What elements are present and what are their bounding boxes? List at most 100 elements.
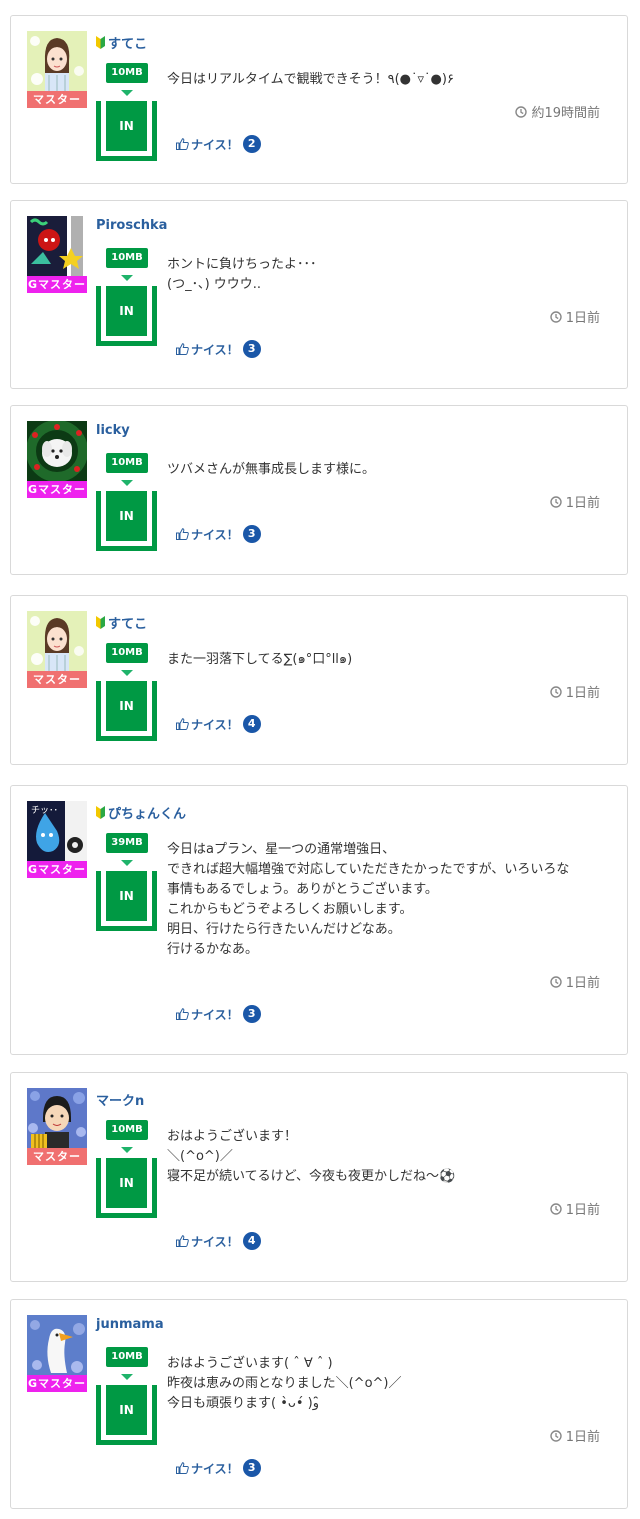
message-line: これからもどうぞよろしくお願いします。	[167, 902, 413, 917]
nice-label: ナイス！	[191, 1461, 239, 1476]
rank-badge: Gマスター	[27, 276, 87, 293]
girl-avatar-icon[interactable]	[27, 31, 87, 91]
username-text: licky	[96, 423, 130, 438]
username-text: junmama	[96, 1317, 164, 1332]
message-line: 今日はリアルタイムで観戦できそう！٩(●˙▿˙●)۶	[167, 72, 454, 87]
post-time: 約19時間前	[515, 102, 600, 121]
message-line: おはようございます！	[167, 1129, 298, 1144]
clock-icon	[550, 310, 562, 323]
message-line: ＼(^ο^)／	[167, 1149, 233, 1164]
arrow-down-icon	[121, 1147, 133, 1153]
nice-label: ナイス！	[191, 1234, 239, 1249]
username-link[interactable]: junmama	[96, 1317, 164, 1332]
girl-avatar-icon[interactable]	[27, 611, 87, 671]
post-card: Gマスター Piroschka 10MB IN ホントに負けちったよ･･･ (つ_･､) …	[10, 200, 628, 389]
message-line: できれば超大幅増強で対応していただきたかったですが、いろいろな	[167, 862, 570, 877]
nice-button[interactable]: ナイス！ 3	[176, 1459, 261, 1477]
character-avatar-icon[interactable]	[27, 216, 87, 276]
post-card: マスター マークn 10MB IN おはようございます！ ＼(^ο^)／ 寝不足が続いてるけ…	[10, 1072, 628, 1282]
rank-badge: Gマスター	[27, 1375, 87, 1392]
username-text: すてこ	[108, 37, 148, 52]
man-flowers-avatar-icon[interactable]	[27, 1088, 87, 1148]
clock-icon	[550, 1202, 562, 1215]
in-label: IN	[106, 286, 147, 336]
drop-character-avatar-icon[interactable]: チッ･･	[27, 801, 87, 861]
post-message: 今日はリアルタイムで観戦できそう！٩(●˙▿˙●)۶	[167, 70, 607, 90]
time-text: 約19時間前	[531, 106, 600, 121]
nice-button[interactable]: ナイス！ 4	[176, 1232, 261, 1250]
nice-count-badge: 3	[242, 1005, 261, 1023]
message-line: 寝不足が続いてるけど、今夜も夜更かしだね〜⚽	[167, 1169, 456, 1184]
post-message: おはようございます( ˆ ∀ ˆ ) 昨夜は恵みの雨となりました＼(^ο^)／ 今日…	[167, 1354, 607, 1414]
message-line: また一羽落下してる∑(๑°口°ll๑)	[167, 652, 353, 667]
message-line: 事情もあるでしょう。ありがとうございます。	[167, 882, 438, 897]
data-amount-badge: 10MB	[106, 63, 148, 83]
post-message: また一羽落下してる∑(๑°口°ll๑)	[167, 650, 607, 670]
username-link[interactable]: マークn	[96, 1090, 144, 1109]
nice-button[interactable]: ナイス！ 2	[176, 135, 261, 153]
username-text: ぴちょんくん	[108, 807, 187, 822]
in-badge: IN	[96, 491, 157, 551]
dog-wreath-avatar-icon[interactable]	[27, 421, 87, 481]
post-feed: マスター すてこ 10MB IN 今日はリアルタイムで観戦できそう！٩(●˙▿˙●)۶ 約…	[0, 0, 640, 1519]
username-link[interactable]: すてこ	[96, 613, 147, 632]
username-link[interactable]: Piroschka	[96, 218, 167, 233]
nice-count-badge: 3	[242, 1459, 261, 1477]
post-message: 今日はaプラン、星一つの通常増強日、 できれば超大幅増強で対応していただきたかった…	[167, 840, 607, 960]
username-link[interactable]: licky	[96, 423, 130, 438]
nice-button[interactable]: ナイス！ 3	[176, 525, 261, 543]
thumbs-up-icon	[176, 1462, 189, 1474]
nice-count-badge: 4	[242, 715, 261, 733]
message-line: おはようございます( ˆ ∀ ˆ )	[167, 1356, 333, 1371]
in-badge: IN	[96, 871, 157, 931]
message-line: 今日も頑張ります( •̀ᴗ•́ )و ̑̑	[167, 1396, 324, 1411]
post-card: チッ･･ Gマスター ぴちょんくん 39MB IN 今日はaプラン、星一つの通常増強日、で…	[10, 785, 628, 1055]
arrow-down-icon	[121, 275, 133, 281]
data-amount-badge: 10MB	[106, 1120, 148, 1140]
thumbs-up-icon	[176, 138, 189, 150]
nice-button[interactable]: ナイス！ 3	[176, 340, 261, 358]
in-label: IN	[106, 101, 147, 151]
nice-label: ナイス！	[191, 342, 239, 357]
in-label: IN	[106, 871, 147, 921]
post-card: マスター すてこ 10MB IN 今日はリアルタイムで観戦できそう！٩(●˙▿˙●)۶ 約…	[10, 15, 628, 184]
clock-icon	[550, 495, 562, 508]
in-badge: IN	[96, 101, 157, 161]
nice-count-badge: 3	[242, 340, 261, 358]
message-line: ツバメさんが無事成長します様に。	[167, 462, 376, 477]
rank-badge: マスター	[27, 671, 87, 688]
arrow-down-icon	[121, 670, 133, 676]
time-text: 1日前	[565, 976, 600, 991]
nice-button[interactable]: ナイス！ 3	[176, 1005, 261, 1023]
username-link[interactable]: すてこ	[96, 33, 147, 52]
thumbs-up-icon	[176, 1008, 189, 1020]
nice-label: ナイス！	[191, 137, 239, 152]
in-badge: IN	[96, 286, 157, 346]
message-line: ホントに負けちったよ･･･	[167, 257, 317, 272]
in-badge: IN	[96, 1158, 157, 1218]
username-link[interactable]: ぴちょんくん	[96, 803, 186, 822]
post-time: 1日前	[550, 1426, 600, 1445]
time-text: 1日前	[565, 496, 600, 511]
clock-icon	[515, 105, 528, 118]
data-amount-badge: 10MB	[106, 1347, 148, 1367]
username-text: Piroschka	[96, 218, 168, 233]
in-label: IN	[106, 1158, 147, 1208]
post-card: Gマスター junmama 10MB IN おはようございます( ˆ ∀ ˆ ) 昨夜は恵…	[10, 1299, 628, 1509]
post-message: おはようございます！ ＼(^ο^)／ 寝不足が続いてるけど、今夜も夜更かしだね〜⚽	[167, 1127, 607, 1187]
post-message: ホントに負けちったよ･･･ (つ_･､) ウウウ..	[167, 255, 607, 295]
in-label: IN	[106, 491, 147, 541]
clock-icon	[550, 975, 562, 988]
clock-icon	[550, 1429, 562, 1442]
post-card: Gマスター licky 10MB IN ツバメさんが無事成長します様に。 1日前 ナイス！ 3	[10, 405, 628, 575]
username-text: すてこ	[108, 617, 148, 632]
nice-count-badge: 2	[242, 135, 261, 153]
nice-button[interactable]: ナイス！ 4	[176, 715, 261, 733]
post-time: 1日前	[550, 307, 600, 326]
thumbs-up-icon	[176, 528, 189, 540]
time-text: 1日前	[565, 686, 600, 701]
message-line: 行けるかなあ。	[167, 942, 259, 957]
swan-avatar-icon[interactable]	[27, 1315, 87, 1375]
rank-badge: マスター	[27, 1148, 87, 1165]
thumbs-up-icon	[176, 1235, 189, 1247]
